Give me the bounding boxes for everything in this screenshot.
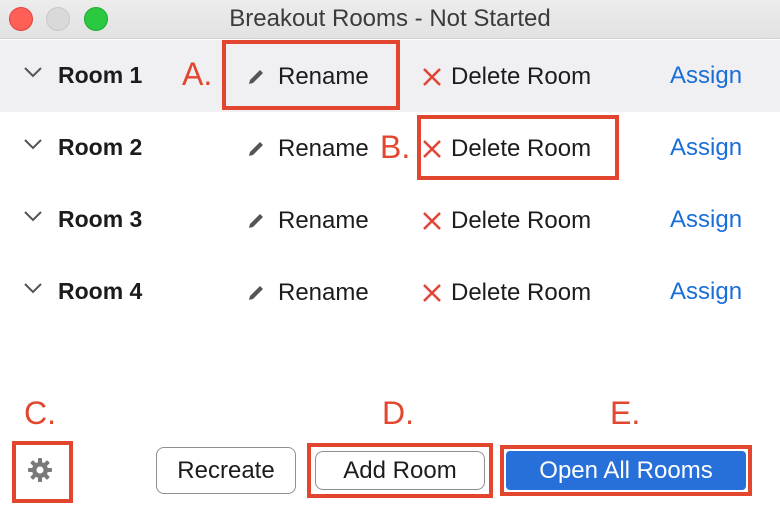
pencil-icon [249,286,263,300]
annotation-label-e: E. [610,395,641,431]
chevron-down-icon[interactable] [23,65,43,79]
delete-room-label: Delete Room [451,207,592,234]
close-icon [423,212,441,230]
rename-button[interactable]: Rename [246,206,369,236]
delete-room-label: Delete Room [451,63,592,90]
delete-room-button[interactable]: Delete Room [422,278,591,308]
annotation-label-d: D. [382,395,414,431]
assign-link[interactable]: Assign [670,278,742,306]
chevron-down-icon[interactable] [23,209,43,223]
close-icon [423,284,441,302]
annotation-box-b [417,115,619,180]
rename-label: Rename [278,279,369,306]
gear-icon[interactable] [27,457,53,483]
pencil-icon [249,142,263,156]
chevron-down-icon[interactable] [23,137,43,151]
delete-room-button[interactable]: Delete Room [422,62,591,92]
pencil-icon [249,214,263,228]
annotation-label-b: B. [380,129,411,165]
room-name: Room 3 [58,206,143,232]
room-name: Room 2 [58,134,143,160]
annotation-box-a [222,40,400,110]
delete-room-button[interactable]: Delete Room [422,206,591,236]
assign-link[interactable]: Assign [670,134,742,162]
rename-button[interactable]: Rename [246,134,369,164]
close-icon [423,68,441,86]
window-title: Breakout Rooms - Not Started [229,5,551,32]
room-name: Room 4 [58,278,143,304]
room-row: Room 4 Rename Delete Room Assign [0,256,780,328]
annotation-label-a: A. [182,56,213,92]
window-titlebar: Breakout Rooms - Not Started [0,0,780,39]
annotation-label-c: C. [24,395,56,431]
assign-link[interactable]: Assign [670,206,742,234]
assign-link[interactable]: Assign [670,62,742,90]
open-all-rooms-button[interactable]: Open All Rooms [506,451,746,490]
add-room-button[interactable]: Add Room [315,451,485,490]
rename-button[interactable]: Rename [246,278,369,308]
room-name: Room 1 [58,62,143,88]
delete-room-label: Delete Room [451,279,592,306]
recreate-button[interactable]: Recreate [156,447,296,494]
room-row: Room 3 Rename Delete Room Assign [0,184,780,256]
chevron-down-icon[interactable] [23,281,43,295]
rename-label: Rename [278,207,369,234]
rename-label: Rename [278,135,369,162]
